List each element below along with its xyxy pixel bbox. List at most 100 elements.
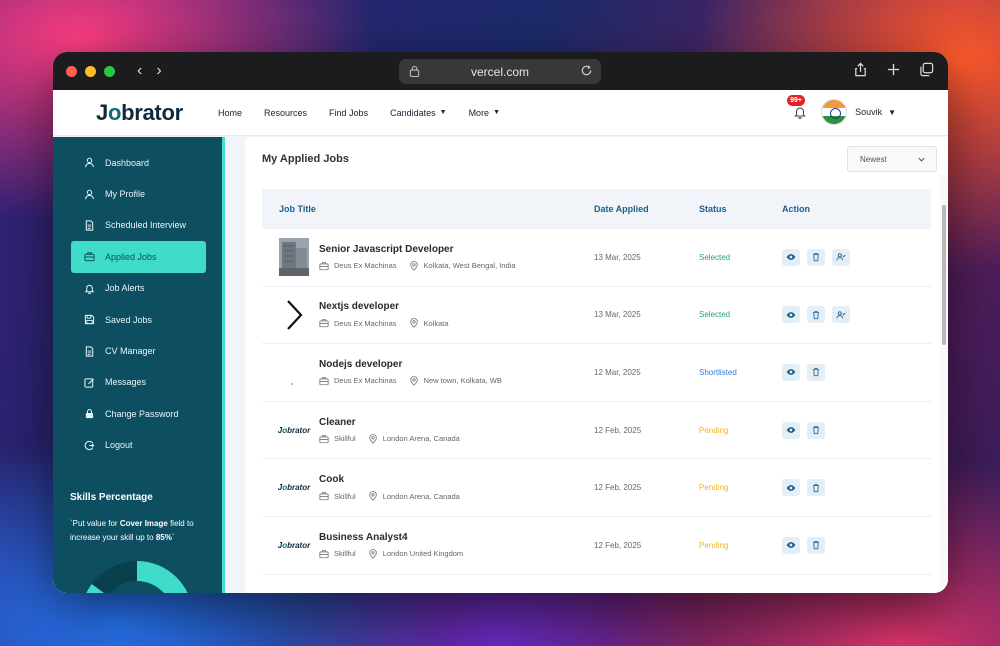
- minimize-window-button[interactable]: [85, 65, 96, 77]
- status-badge: Pending: [699, 483, 729, 493]
- nav-find-jobs-label: Find Jobs: [329, 107, 369, 118]
- skills-hint-percent: 85%: [155, 533, 172, 542]
- notifications-button[interactable]: 99+: [787, 95, 807, 119]
- history-nav: ‹ ›: [137, 63, 162, 79]
- forward-button[interactable]: ›: [156, 63, 161, 79]
- back-button[interactable]: ‹: [137, 63, 142, 79]
- sidebar-item-logout[interactable]: Logout: [71, 430, 206, 461]
- briefcase-icon: [319, 319, 329, 328]
- sidebar-accent-strip: [222, 137, 225, 593]
- view-button[interactable]: [782, 421, 800, 439]
- nav-find-jobs[interactable]: Find Jobs: [329, 108, 368, 118]
- lock-icon: [85, 409, 94, 419]
- view-button[interactable]: [782, 536, 800, 554]
- browser-toolbar: ‹ › vercel.com: [53, 52, 948, 90]
- view-button[interactable]: [782, 479, 800, 497]
- sidebar-item-applied-jobs[interactable]: Applied Jobs: [71, 241, 206, 273]
- delete-button[interactable]: [807, 536, 825, 554]
- column-header-title: Job Title: [279, 204, 316, 214]
- page-scrollbar[interactable]: [940, 175, 948, 593]
- site-logo[interactable]: Jobrator: [96, 100, 218, 126]
- sidebar-item-label: Applied Jobs: [105, 251, 157, 262]
- job-title[interactable]: Cook: [319, 474, 460, 485]
- sidebar-item-scheduled-interview[interactable]: Scheduled Interview: [71, 210, 206, 241]
- reload-icon[interactable]: [580, 64, 593, 77]
- logo-text-start: J: [96, 99, 108, 125]
- sidebar-item-saved-jobs[interactable]: Saved Jobs: [71, 304, 206, 335]
- job-title[interactable]: Senior Javascript Developer: [319, 244, 516, 255]
- nav-resources[interactable]: Resources: [264, 108, 307, 118]
- address-bar[interactable]: vercel.com: [399, 59, 601, 84]
- table-row: Nodejs developer Deus Ex Machinas New town…: [262, 344, 931, 402]
- briefcase-icon: [319, 377, 329, 386]
- eye-icon: [786, 542, 796, 549]
- user-name[interactable]: Souvik: [855, 107, 882, 117]
- job-title[interactable]: Cleaner: [319, 417, 460, 428]
- company-logo-end: brator: [287, 540, 311, 550]
- zoom-window-button[interactable]: [104, 65, 115, 77]
- chevron-down-icon[interactable]: ▼: [888, 108, 896, 117]
- share-icon[interactable]: [853, 62, 868, 77]
- candidate-button[interactable]: [832, 306, 850, 324]
- sort-select[interactable]: Newest: [847, 146, 937, 172]
- job-meta: Skillful London Arena, Canada: [319, 433, 460, 444]
- scrollbar-thumb[interactable]: [942, 205, 946, 345]
- sidebar-item-cv-manager[interactable]: CV Manager: [71, 335, 206, 366]
- skills-hint-post: `: [171, 533, 175, 542]
- sidebar-item-change-password[interactable]: Change Password: [71, 398, 206, 429]
- nav-home[interactable]: Home: [218, 108, 242, 118]
- table-row: Jobrator Cleaner Skillful London Arena, Can…: [262, 402, 931, 460]
- job-cell: Jobrator Business Analyst4 Skillful London …: [262, 526, 594, 564]
- view-button[interactable]: [782, 306, 800, 324]
- sidebar-item-messages[interactable]: Messages: [71, 367, 206, 398]
- avatar[interactable]: [821, 99, 848, 125]
- view-button[interactable]: [782, 363, 800, 381]
- row-actions: [782, 421, 825, 439]
- job-title[interactable]: Business Analyst4: [319, 532, 463, 543]
- candidate-button[interactable]: [832, 248, 850, 266]
- tabs-overview-icon[interactable]: [919, 62, 934, 77]
- location-pin-icon: [368, 433, 377, 444]
- web-page: Jobrator Home Resources Find Jobs Candid…: [53, 90, 948, 593]
- job-meta: Skillful London Arena, Canada: [319, 491, 460, 501]
- sidebar-item-job-alerts[interactable]: Job Alerts: [71, 273, 206, 304]
- company-logo-end: brator: [287, 425, 311, 435]
- close-window-button[interactable]: [66, 65, 77, 77]
- trash-icon: [813, 426, 819, 435]
- job-meta: Skillful London United Kingdom: [319, 548, 463, 559]
- chevron-down-icon: ▼: [493, 109, 501, 116]
- column-header-date: Date Applied: [594, 204, 649, 214]
- row-actions: [782, 536, 825, 554]
- job-title[interactable]: Nodejs developer: [319, 359, 502, 370]
- new-tab-icon[interactable]: [886, 62, 901, 77]
- job-info: Nodejs developer Deus Ex Machinas New town…: [319, 359, 502, 386]
- sidebar-item-dashboard[interactable]: Dashboard: [71, 147, 206, 178]
- logo-text-end: brator: [121, 99, 183, 125]
- location-pin-icon: [368, 491, 377, 501]
- document-icon: [85, 345, 94, 357]
- delete-button[interactable]: [807, 479, 825, 497]
- jobs-table-header: Job Title Date Applied Status Action: [262, 189, 931, 229]
- company-logo: Jobrator: [278, 483, 310, 492]
- date-applied: 13 Mar, 2025: [594, 310, 641, 320]
- view-button[interactable]: [782, 248, 800, 266]
- delete-button[interactable]: [807, 363, 825, 381]
- job-title[interactable]: Nextjs developer: [319, 301, 449, 312]
- skills-hint-field: Cover Image: [119, 519, 168, 528]
- briefcase-icon: [319, 434, 329, 443]
- chevron-right-icon: [287, 300, 303, 330]
- nav-candidates[interactable]: Candidates ▼: [390, 108, 446, 118]
- delete-button[interactable]: [807, 306, 825, 324]
- nav-more[interactable]: More ▼: [469, 108, 500, 118]
- location-pin-icon: [409, 318, 418, 329]
- sidebar-item-my-profile[interactable]: My Profile: [71, 178, 206, 209]
- briefcase-icon: [319, 492, 329, 501]
- job-cell: Jobrator Cleaner Skillful London Arena, Can…: [262, 411, 594, 449]
- delete-button[interactable]: [807, 248, 825, 266]
- user-check-icon: [836, 253, 846, 261]
- company-logo-placeholder: [291, 383, 293, 386]
- delete-button[interactable]: [807, 421, 825, 439]
- row-actions: [782, 479, 825, 497]
- status-badge: Shortlisted: [699, 367, 737, 377]
- jobs-table-body: Senior Javascript Developer Deus Ex Machi…: [262, 229, 931, 575]
